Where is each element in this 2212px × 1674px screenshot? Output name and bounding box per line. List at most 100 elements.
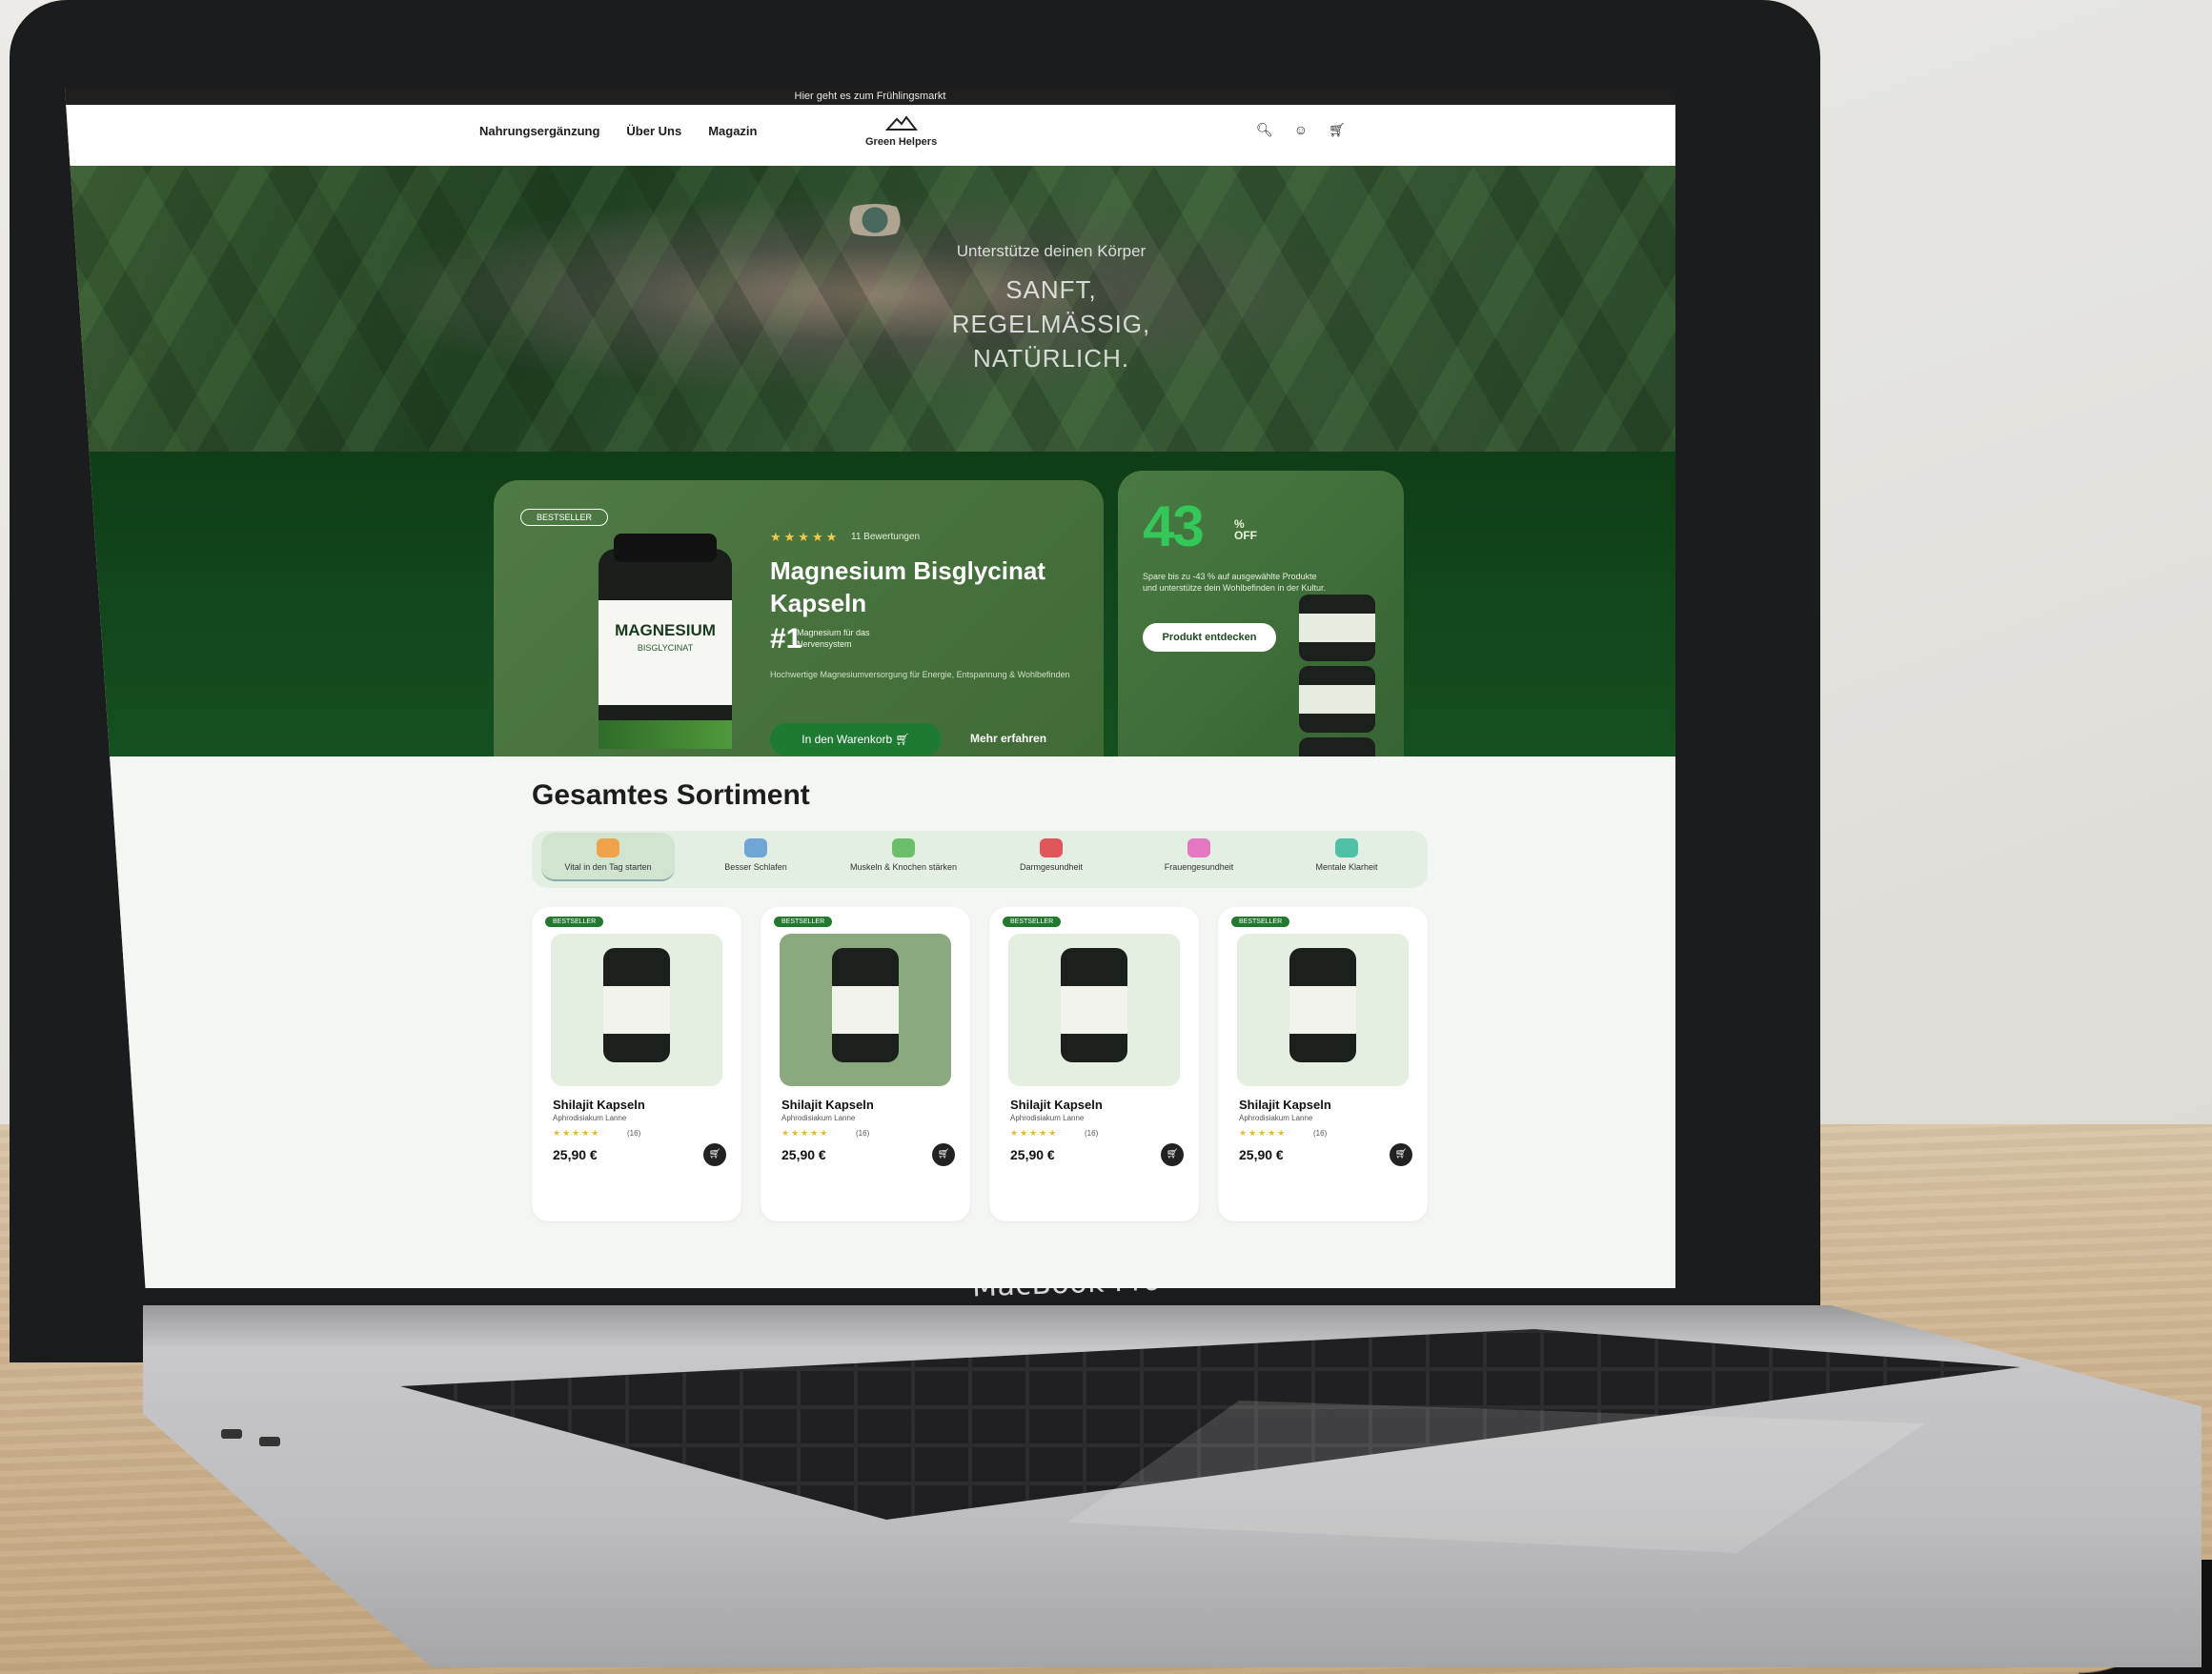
product-image bbox=[551, 934, 722, 1086]
hero-banner: Unterstütze deinen Körper SANFT, REGELMÄ… bbox=[65, 166, 1675, 452]
product-price: 25,90 € bbox=[1010, 1147, 1055, 1162]
product-badge: BESTSELLER bbox=[1003, 917, 1062, 927]
bestseller-badge: BESTSELLER bbox=[520, 509, 609, 526]
chat-icon bbox=[1335, 838, 1358, 857]
product-price: 25,90 € bbox=[781, 1147, 826, 1162]
product-title: Magnesium Bisglycinat Kapseln bbox=[770, 555, 1045, 619]
product-price: 25,90 € bbox=[1239, 1147, 1284, 1162]
product-subtitle: Aphrodisiakum Lanne bbox=[553, 1114, 627, 1122]
product-image bbox=[780, 934, 951, 1086]
product-grid: BESTSELLER Shilajit Kapseln Aphrodisiaku… bbox=[532, 907, 1447, 1231]
cart-icon[interactable]: 🛒︎ bbox=[1329, 122, 1346, 138]
jar-label-sub: BISGLYCINAT bbox=[637, 643, 694, 653]
rank-text: Magnesium für das Nervensystem bbox=[797, 628, 870, 649]
sun-icon bbox=[597, 838, 619, 857]
logo-text: Green Helpers bbox=[865, 136, 938, 148]
add-to-cart-icon[interactable]: 🛒︎ bbox=[1390, 1143, 1412, 1166]
product-name: Shilajit Kapseln bbox=[781, 1098, 874, 1112]
announcement-bar[interactable]: Hier geht es zum Frühlingsmarkt bbox=[65, 88, 1675, 105]
product-badge: BESTSELLER bbox=[545, 917, 604, 927]
promo-section: BESTSELLER MAGNESIUM BISGLYCINAT ★★★★★ 1… bbox=[65, 452, 1675, 809]
add-to-cart-icon[interactable]: 🛒︎ bbox=[703, 1143, 726, 1166]
category-tabs: Vital in den Tag starten Besser Schlafen… bbox=[532, 831, 1428, 888]
category-label: Besser Schlafen bbox=[724, 862, 787, 872]
category-label: Frauengesundheit bbox=[1164, 862, 1234, 872]
product-jar-image: MAGNESIUM BISGLYCINAT bbox=[599, 534, 732, 749]
category-label: Darmgesundheit bbox=[1019, 862, 1084, 872]
product-jar bbox=[832, 948, 899, 1062]
product-review-count: (16) bbox=[627, 1129, 641, 1138]
product-stars: ★★★★★ bbox=[1239, 1128, 1288, 1138]
jar-label-main: MAGNESIUM bbox=[615, 621, 716, 639]
category-label: Muskeln & Knochen stärken bbox=[849, 862, 958, 872]
hero-headline: SANFT, REGELMÄSSIG, NATÜRLICH. bbox=[65, 272, 1675, 375]
hero-subtitle: Unterstütze deinen Körper bbox=[956, 242, 1147, 260]
product-title-line: Magnesium Bisglycinat bbox=[770, 556, 1045, 585]
sale-percent: 43 bbox=[1143, 494, 1205, 558]
product-badge: BESTSELLER bbox=[774, 917, 833, 927]
hero-headline-line: NATÜRLICH. bbox=[972, 344, 1130, 373]
catalog-heading: Gesamtes Sortiment bbox=[532, 779, 810, 811]
jar-label: MAGNESIUM BISGLYCINAT bbox=[599, 600, 732, 705]
product-jar bbox=[603, 948, 670, 1062]
store-logo[interactable]: Green Helpers bbox=[865, 114, 937, 148]
gut-icon bbox=[1040, 838, 1063, 857]
discover-product-button[interactable]: Produkt entdecken bbox=[1143, 623, 1276, 652]
nav-icons: 🔍︎ ☺ 🛒︎ bbox=[1256, 122, 1346, 138]
product-title-line: Kapseln bbox=[770, 589, 867, 617]
rank-badge: #1 Magnesium für das Nervensystem bbox=[770, 623, 870, 655]
review-count[interactable]: 11 Bewertungen bbox=[851, 532, 920, 542]
category-tab-muscles[interactable]: Muskeln & Knochen stärken bbox=[837, 838, 970, 872]
product-description: Hochwertige Magnesiumversorgung für Ener… bbox=[770, 670, 1070, 679]
category-tab-morning[interactable]: Vital in den Tag starten bbox=[541, 833, 675, 881]
add-to-cart-button[interactable]: In den Warenkorb 🛒︎ bbox=[770, 723, 942, 756]
sale-suffix: % OFF bbox=[1234, 517, 1257, 542]
product-review-count: (16) bbox=[856, 1129, 870, 1138]
search-icon[interactable]: 🔍︎ bbox=[1256, 122, 1273, 138]
rating-stars: ★★★★★ bbox=[770, 530, 841, 544]
product-jar bbox=[1061, 948, 1127, 1062]
product-badge: BESTSELLER bbox=[1231, 917, 1290, 927]
add-to-cart-label: In den Warenkorb bbox=[802, 733, 893, 746]
cart-icon: 🛒︎ bbox=[895, 733, 910, 746]
nav-link-about[interactable]: Über Uns bbox=[626, 124, 681, 138]
sale-card: 43 % OFF Spare bis zu -43 % auf ausgewäh… bbox=[1118, 471, 1404, 799]
top-navigation: Nahrungsergänzung Über Uns Magazin Green… bbox=[65, 105, 1675, 166]
category-tab-mental[interactable]: Mentale Klarheit bbox=[1280, 838, 1413, 872]
add-to-cart-icon[interactable]: 🛒︎ bbox=[932, 1143, 955, 1166]
product-stars: ★★★★★ bbox=[1010, 1128, 1059, 1138]
category-label: Vital in den Tag starten bbox=[564, 862, 652, 872]
category-tab-gut[interactable]: Darmgesundheit bbox=[984, 838, 1118, 872]
muscle-icon bbox=[892, 838, 915, 857]
product-name: Shilajit Kapseln bbox=[553, 1098, 645, 1112]
nav-link-magazine[interactable]: Magazin bbox=[708, 124, 757, 138]
product-name: Shilajit Kapseln bbox=[1010, 1098, 1103, 1112]
product-card[interactable]: BESTSELLER Shilajit Kapseln Aphrodisiaku… bbox=[761, 907, 970, 1221]
category-tab-women[interactable]: Frauengesundheit bbox=[1132, 838, 1266, 872]
hero-headline-line: SANFT, bbox=[1005, 275, 1097, 304]
hero-portrait-image bbox=[837, 204, 913, 236]
product-jar bbox=[1289, 948, 1356, 1062]
product-stars: ★★★★★ bbox=[553, 1128, 601, 1138]
product-subtitle: Aphrodisiakum Lanne bbox=[1239, 1114, 1313, 1122]
category-tab-sleep[interactable]: Besser Schlafen bbox=[689, 838, 822, 872]
product-subtitle: Aphrodisiakum Lanne bbox=[1010, 1114, 1085, 1122]
usb-port bbox=[259, 1437, 280, 1446]
catalog-section: Gesamtes Sortiment Vital in den Tag star… bbox=[65, 756, 1675, 1252]
add-to-cart-icon[interactable]: 🛒︎ bbox=[1161, 1143, 1184, 1166]
product-review-count: (16) bbox=[1085, 1129, 1099, 1138]
learn-more-link[interactable]: Mehr erfahren bbox=[970, 732, 1046, 745]
product-name: Shilajit Kapseln bbox=[1239, 1098, 1331, 1112]
nav-link-supplements[interactable]: Nahrungsergänzung bbox=[479, 124, 599, 138]
mountain-logo-icon bbox=[884, 115, 918, 131]
product-card[interactable]: BESTSELLER Shilajit Kapseln Aphrodisiaku… bbox=[989, 907, 1199, 1221]
account-icon[interactable]: ☺ bbox=[1294, 122, 1308, 138]
product-image bbox=[1237, 934, 1409, 1086]
product-card[interactable]: BESTSELLER Shilajit Kapseln Aphrodisiaku… bbox=[532, 907, 741, 1221]
jar-leaf-graphic bbox=[599, 720, 732, 749]
product-price: 25,90 € bbox=[553, 1147, 598, 1162]
product-image bbox=[1008, 934, 1180, 1086]
hero-headline-line: REGELMÄSSIG, bbox=[951, 310, 1151, 338]
stacked-jar-image bbox=[1299, 595, 1375, 661]
product-card[interactable]: BESTSELLER Shilajit Kapseln Aphrodisiaku… bbox=[1218, 907, 1428, 1221]
